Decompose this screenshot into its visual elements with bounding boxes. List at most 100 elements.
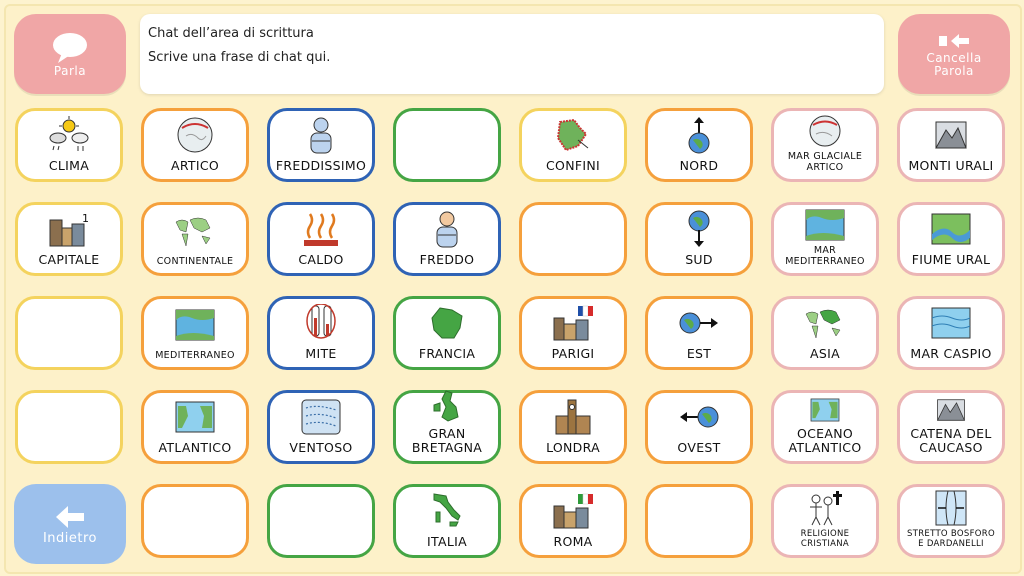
heat-icon [304, 213, 338, 246]
tile-label: LONDRA [546, 440, 600, 455]
thermometer-icon [306, 304, 336, 339]
tile-label: VENTOSO [289, 440, 353, 455]
tile-artico[interactable]: ARTICO [141, 108, 249, 182]
tile-empty[interactable] [519, 202, 627, 276]
tile-label: CONTINENTALE [156, 256, 234, 267]
tile-monti-urali[interactable]: MONTI URALI [897, 108, 1005, 182]
strait-icon [935, 490, 967, 526]
tile-stretto-bosforo-e-dardanelli[interactable]: STRETTO BOSFORO E DARDANELLI [897, 484, 1005, 558]
france-map-icon [431, 307, 463, 339]
tile-caldo[interactable]: CALDO [267, 202, 375, 276]
capital-city-icon: 1 [49, 212, 89, 247]
asia-map-icon [805, 309, 841, 339]
chat-input-area[interactable]: Chat dell’area di scrittura Scrive una f… [140, 14, 884, 94]
tile-religione-cristiana[interactable]: RELIGIONE CRISTIANA [771, 484, 879, 558]
backspace-icon [939, 34, 969, 48]
tile-roma[interactable]: ROMA [519, 484, 627, 558]
tile-label: ASIA [810, 346, 840, 361]
tile-label: FRANCIA [418, 346, 476, 361]
atlantic-map-icon [175, 401, 215, 433]
globe-arctic-icon [177, 117, 213, 153]
tile-ventoso[interactable]: VENTOSO [267, 390, 375, 464]
italy-map-icon [433, 493, 461, 527]
tile-francia[interactable]: FRANCIA [393, 296, 501, 370]
tile-label: FREDDISSIMO [275, 158, 367, 173]
tile-label: ITALIA [427, 534, 467, 549]
tile-label: OVEST [677, 440, 721, 455]
tile-label: CATENA DEL CAUCASO [910, 426, 992, 455]
arrow-left-icon [56, 505, 84, 528]
freezing-person-icon [310, 117, 332, 154]
tile-empty[interactable] [267, 484, 375, 558]
tile-londra[interactable]: LONDRA [519, 390, 627, 464]
tile-label: ATLANTICO [158, 440, 232, 455]
west-arrow-globe-icon [680, 406, 719, 428]
tile-label: MAR CASPIO [910, 346, 992, 361]
tile-parigi[interactable]: PARIGI [519, 296, 627, 370]
tile-gran-bretagna[interactable]: GRAN BRETAGNA [393, 390, 501, 464]
tile-continentale[interactable]: CONTINENTALE [141, 202, 249, 276]
tile-label: FIUME URAL [911, 252, 991, 267]
tile-est[interactable]: EST [645, 296, 753, 370]
tile-label: GRAN BRETAGNA [411, 426, 483, 455]
clear-word-button[interactable]: Cancella Parola [898, 14, 1010, 94]
tile-label: OCEANO ATLANTICO [788, 426, 862, 455]
cold-person-icon [436, 211, 458, 248]
tile-asia[interactable]: ASIA [771, 296, 879, 370]
tile-label: RELIGIONE CRISTIANA [800, 529, 850, 549]
tile-empty[interactable] [141, 484, 249, 558]
sea-icon [931, 307, 971, 339]
tile-label: CALDO [298, 252, 344, 267]
wind-icon [301, 399, 341, 435]
tile-label: ARTICO [170, 158, 220, 173]
tile-confini[interactable]: CONFINI [519, 108, 627, 182]
weather-icon [49, 116, 89, 151]
back-button-label: Indietro [42, 530, 98, 546]
tile-empty[interactable] [15, 390, 123, 464]
globe-arctic-sea-icon [809, 115, 841, 147]
tile-mar-glaciale-artico[interactable]: MAR GLACIALE ARTICO [771, 108, 879, 182]
tile-label: STRETTO BOSFORO E DARDANELLI [907, 529, 995, 549]
tile-label: CLIMA [48, 158, 90, 173]
tile-label: CONFINI [546, 158, 600, 173]
tile-ovest[interactable]: OVEST [645, 390, 753, 464]
tile-clima[interactable]: CLIMA [15, 108, 123, 182]
tile-mediterraneo[interactable]: MEDITERRANEO [141, 296, 249, 370]
svg-text:1: 1 [82, 212, 89, 225]
london-city-icon [555, 399, 591, 435]
tile-atlantico[interactable]: ATLANTICO [141, 390, 249, 464]
tile-mar-caspio[interactable]: MAR CASPIO [897, 296, 1005, 370]
speak-button-label: Parla [53, 63, 87, 78]
mediterranean-icon [175, 309, 215, 340]
great-britain-map-icon [433, 390, 459, 422]
tile-label: MITE [305, 346, 337, 361]
tile-nord[interactable]: NORD [645, 108, 753, 182]
tile-capitale[interactable]: 1 CAPITALE [15, 202, 123, 276]
tile-fiume-ural[interactable]: FIUME URAL [897, 202, 1005, 276]
speech-bubble-icon [53, 32, 87, 63]
mediterranean-sea-icon [805, 209, 845, 241]
speak-button[interactable]: Parla [14, 14, 126, 94]
back-button[interactable]: Indietro [14, 484, 126, 564]
tile-label: MAR GLACIALE ARTICO [787, 151, 863, 173]
north-arrow-globe-icon [688, 117, 710, 154]
tile-freddissimo[interactable]: FREDDISSIMO [267, 108, 375, 182]
tile-label: MONTI URALI [908, 158, 994, 173]
tile-empty[interactable] [645, 484, 753, 558]
atlantic-ocean-icon [810, 398, 840, 422]
tile-sud[interactable]: SUD [645, 202, 753, 276]
tile-catena-del-caucaso[interactable]: CATENA DEL CAUCASO [897, 390, 1005, 464]
mountains-icon [935, 121, 967, 149]
tile-italia[interactable]: ITALIA [393, 484, 501, 558]
tile-oceano-atlantico[interactable]: OCEANO ATLANTICO [771, 390, 879, 464]
tile-empty[interactable] [15, 296, 123, 370]
rome-city-icon [553, 493, 593, 529]
tile-mite[interactable]: MITE [267, 296, 375, 370]
christian-religion-icon [810, 491, 842, 526]
tile-freddo[interactable]: FREDDO [393, 202, 501, 276]
chat-title: Chat dell’area di scrittura [148, 26, 314, 41]
clear-word-button-label: Cancella Parola [926, 51, 982, 78]
paris-city-icon [553, 305, 593, 341]
tile-mar-mediterraneo[interactable]: MAR MEDITERRANEO [771, 202, 879, 276]
tile-empty[interactable] [393, 108, 501, 182]
